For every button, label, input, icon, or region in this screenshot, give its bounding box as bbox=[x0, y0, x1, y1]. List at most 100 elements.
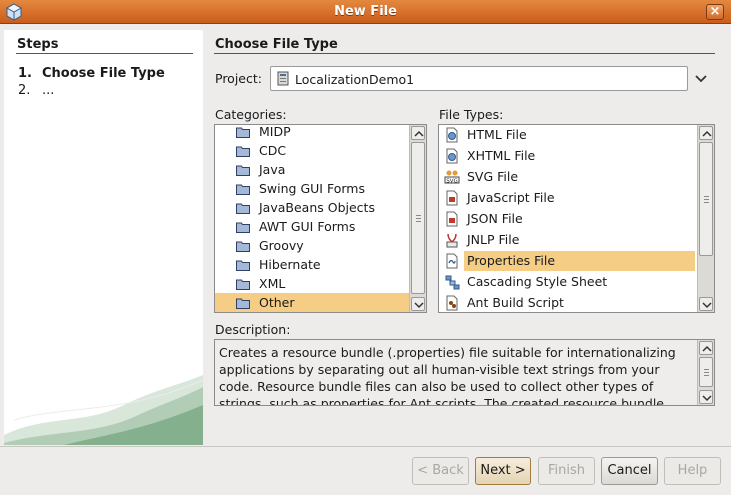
category-item[interactable]: Swing GUI Forms bbox=[215, 179, 409, 199]
file-type-item[interactable]: JNLP File bbox=[439, 230, 697, 250]
title-bar: New File × bbox=[0, 0, 731, 24]
file-type-item[interactable]: Cascading Style Sheet bbox=[439, 272, 697, 292]
category-item[interactable]: JavaBeans Objects bbox=[215, 198, 409, 218]
close-button[interactable]: × bbox=[706, 4, 724, 20]
category-label: Groovy bbox=[259, 238, 304, 253]
section-title: Choose File Type bbox=[215, 37, 338, 52]
jnlp-file-icon bbox=[446, 233, 458, 248]
chevron-up-icon bbox=[702, 130, 712, 137]
file-type-item[interactable]: XHTML File bbox=[439, 146, 697, 166]
scroll-up-button[interactable] bbox=[411, 126, 425, 140]
file-type-label: JSON File bbox=[467, 211, 523, 226]
properties-file-icon bbox=[446, 253, 458, 269]
folder-icon bbox=[236, 298, 250, 309]
divider bbox=[214, 53, 715, 54]
file-type-label: HTML File bbox=[467, 127, 527, 142]
scroll-thumb[interactable] bbox=[699, 142, 713, 256]
step-item-next: 2.... bbox=[18, 83, 54, 98]
category-label: CDC bbox=[259, 143, 287, 158]
folder-icon bbox=[236, 260, 250, 271]
category-item[interactable]: XML bbox=[215, 274, 409, 294]
folder-icon bbox=[236, 222, 250, 233]
folder-icon bbox=[236, 279, 250, 290]
steps-panel: Steps 1. Choose File Type 2.... bbox=[4, 30, 203, 445]
scroll-thumb[interactable] bbox=[699, 357, 713, 387]
category-item[interactable]: Java bbox=[215, 160, 409, 180]
css-file-icon bbox=[445, 275, 460, 290]
category-label: Java bbox=[259, 162, 286, 177]
step-label: ... bbox=[42, 83, 55, 98]
file-type-item[interactable]: HTML File bbox=[439, 125, 697, 145]
scroll-down-button[interactable] bbox=[411, 297, 425, 311]
finish-button[interactable]: Finish bbox=[538, 457, 595, 485]
scroll-up-button[interactable] bbox=[699, 126, 713, 140]
help-button[interactable]: Help bbox=[664, 457, 721, 485]
file-type-item[interactable]: JavaScript File bbox=[439, 188, 697, 208]
chevron-down-icon bbox=[414, 302, 424, 309]
file-type-item-selected[interactable]: Properties File bbox=[464, 251, 695, 271]
xhtml-file-icon bbox=[446, 148, 458, 164]
file-type-item[interactable]: Ant Build Script bbox=[439, 293, 697, 312]
project-icon bbox=[277, 71, 289, 86]
scroll-down-button[interactable] bbox=[699, 390, 713, 404]
folder-icon bbox=[236, 184, 250, 195]
file-type-label: Cascading Style Sheet bbox=[467, 274, 608, 289]
categories-scrollbar[interactable] bbox=[409, 125, 426, 312]
file-type-label: SVG File bbox=[467, 169, 519, 184]
svg-file-icon: SVG bbox=[444, 170, 460, 185]
decorative-waves bbox=[4, 375, 203, 445]
description-box[interactable]: Creates a resource bundle (.properties) … bbox=[214, 339, 715, 406]
next-button[interactable]: Next > bbox=[475, 457, 531, 485]
file-types-scrollbar[interactable] bbox=[697, 125, 714, 312]
step-item-current: 1. Choose File Type bbox=[18, 66, 165, 81]
category-item[interactable]: Groovy bbox=[215, 236, 409, 256]
steps-title: Steps bbox=[17, 37, 59, 52]
folder-icon bbox=[236, 203, 250, 214]
description-scrollbar[interactable] bbox=[697, 340, 714, 405]
html-file-icon bbox=[446, 127, 458, 143]
step-number: 1. bbox=[18, 66, 32, 81]
file-type-label: JNLP File bbox=[467, 232, 520, 247]
divider bbox=[0, 446, 731, 447]
scroll-up-button[interactable] bbox=[699, 341, 713, 355]
chevron-down-icon bbox=[702, 395, 712, 402]
project-combobox[interactable]: LocalizationDemo1 bbox=[270, 66, 688, 91]
scroll-down-button[interactable] bbox=[699, 297, 713, 311]
category-item[interactable]: AWT GUI Forms bbox=[215, 217, 409, 237]
project-value: LocalizationDemo1 bbox=[295, 72, 415, 87]
project-label: Project: bbox=[215, 71, 262, 86]
category-label: Swing GUI Forms bbox=[259, 181, 365, 196]
file-type-label: Ant Build Script bbox=[467, 295, 564, 310]
chevron-up-icon bbox=[414, 130, 424, 137]
file-types-list[interactable]: HTML File XHTML File SVG SVG File JavaSc… bbox=[438, 124, 715, 313]
description-label: Description: bbox=[215, 322, 291, 337]
category-label: Other bbox=[259, 295, 295, 310]
folder-icon bbox=[236, 146, 250, 157]
folder-icon bbox=[236, 127, 250, 138]
folder-icon bbox=[236, 241, 250, 252]
category-label: AWT GUI Forms bbox=[259, 219, 356, 234]
category-label: XML bbox=[259, 276, 286, 291]
file-type-label: Properties File bbox=[467, 253, 556, 268]
cancel-button[interactable]: Cancel bbox=[601, 457, 658, 485]
category-item[interactable]: CDC bbox=[215, 141, 409, 161]
scroll-thumb[interactable] bbox=[411, 142, 425, 294]
categories-list[interactable]: MIDP CDC Java Swing GUI Forms JavaBeans … bbox=[214, 124, 427, 313]
close-icon: × bbox=[709, 4, 721, 19]
description-text: Creates a resource bundle (.properties) … bbox=[219, 345, 676, 406]
file-type-item[interactable]: SVG SVG File bbox=[439, 167, 697, 187]
window-title: New File bbox=[334, 4, 397, 19]
file-type-label: JavaScript File bbox=[467, 190, 555, 205]
file-type-item[interactable]: JSON File bbox=[439, 209, 697, 229]
category-item-selected[interactable]: Other bbox=[215, 293, 409, 312]
category-item[interactable]: Hibernate bbox=[215, 255, 409, 275]
chevron-down-icon[interactable] bbox=[693, 70, 709, 86]
category-item[interactable]: MIDP bbox=[215, 125, 409, 142]
step-label: Choose File Type bbox=[42, 66, 165, 81]
javascript-file-icon bbox=[446, 190, 458, 206]
chevron-up-icon bbox=[702, 345, 712, 352]
file-types-label: File Types: bbox=[439, 107, 504, 122]
json-file-icon bbox=[446, 211, 458, 227]
ant-script-icon bbox=[446, 295, 458, 311]
back-button[interactable]: < Back bbox=[412, 457, 469, 485]
